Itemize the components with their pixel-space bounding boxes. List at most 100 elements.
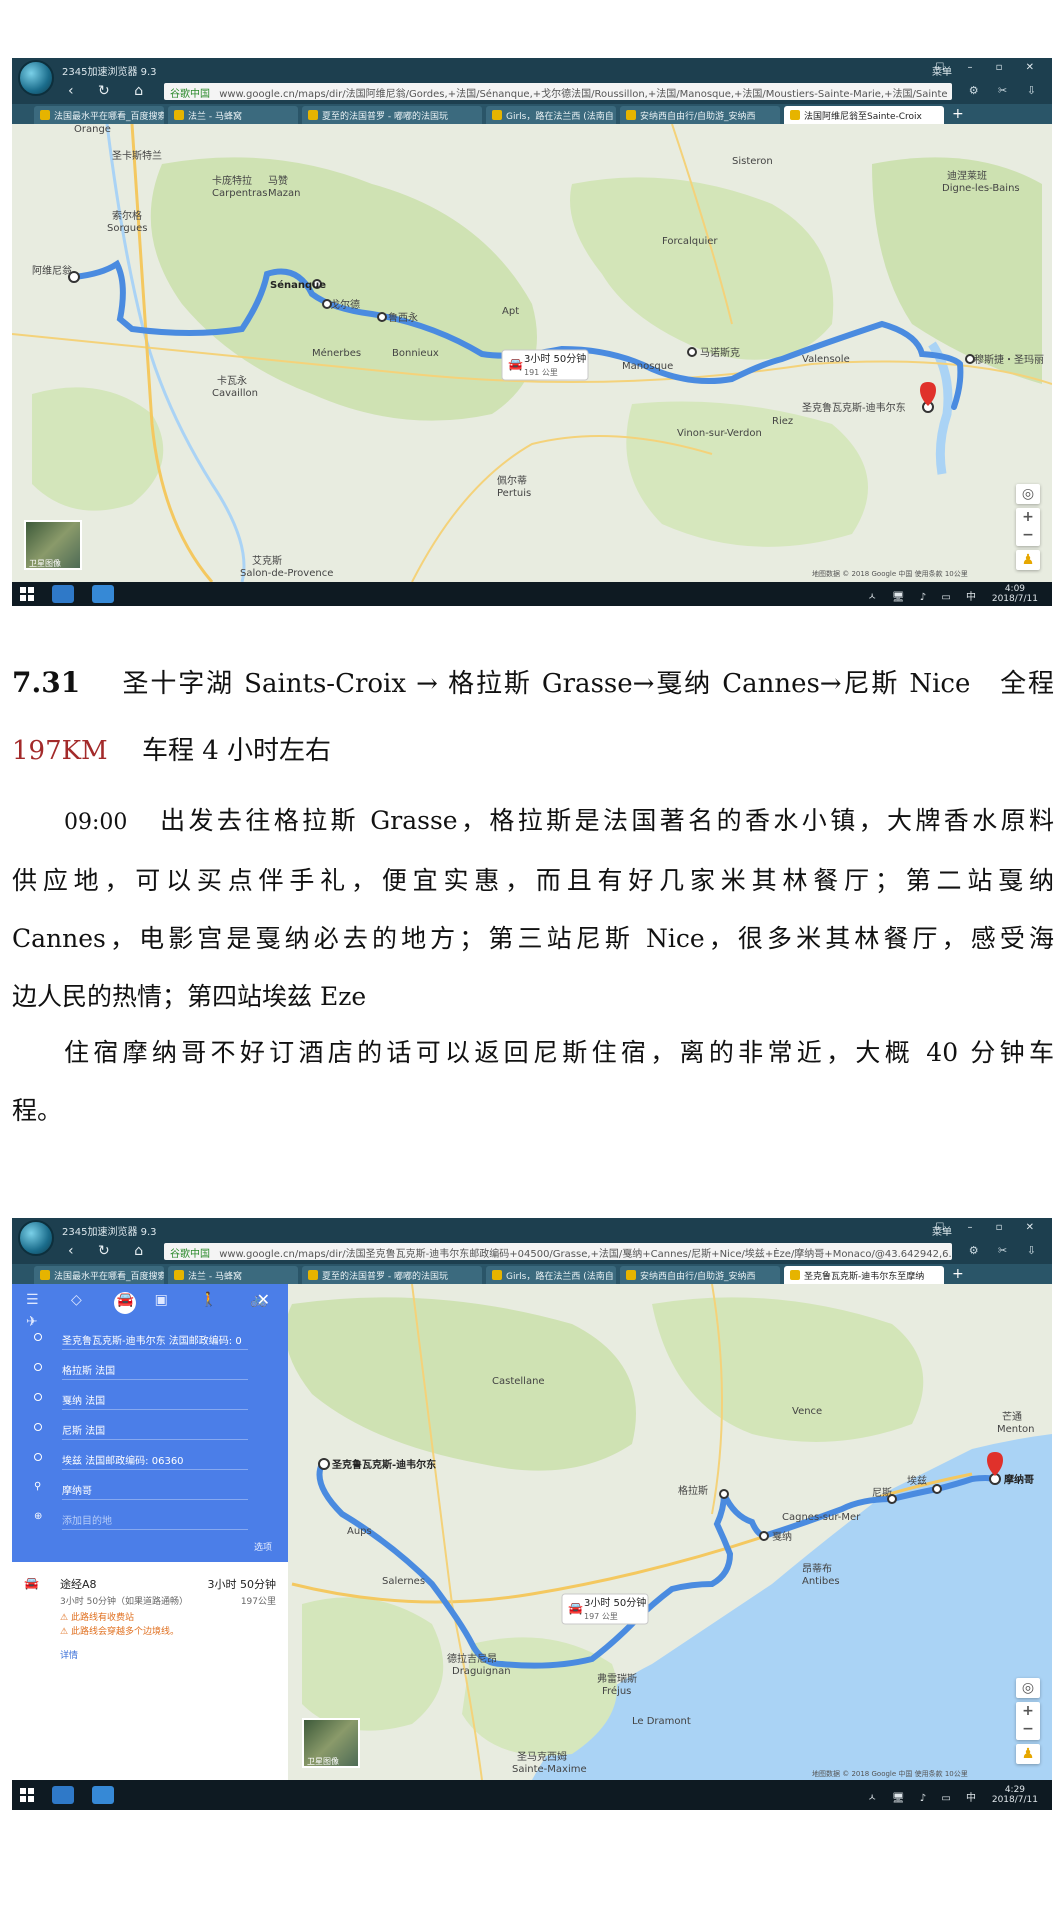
pegman-icon[interactable]: ♟: [1016, 550, 1040, 570]
taskbar-browser-icon[interactable]: [52, 1786, 74, 1804]
map-label: Mazan: [268, 188, 300, 199]
itinerary-date: 7.31: [12, 666, 81, 699]
zoom-controls[interactable]: + −: [1016, 1702, 1040, 1740]
route-info-box[interactable]: 🚘 3小时 50分钟 197 公里: [561, 1593, 649, 1625]
drive-time: 车程 4 小时左右: [115, 736, 332, 766]
map-label: 昂蒂布: [802, 1563, 832, 1575]
map-label: Riez: [772, 416, 793, 427]
tab-item-active[interactable]: 圣克鲁瓦克斯-迪韦尔东至摩纳: [784, 1266, 944, 1284]
map-label: Forcalquier: [662, 236, 718, 247]
taskbar-app-icon[interactable]: [92, 585, 114, 603]
waypoint-marker[interactable]: [759, 1531, 769, 1541]
map-label: 迪涅莱班: [947, 169, 987, 182]
route-stop[interactable]: 尼斯 法国: [24, 1416, 254, 1440]
tab-item[interactable]: Girls，路在法兰西 (法南自: [486, 106, 616, 124]
tab-item[interactable]: Girls，路在法兰西 (法南自: [486, 1266, 616, 1284]
map-footer: 地图数据 © 2018 Google 中国 使用条款 10公里: [812, 1769, 968, 1778]
secure-label: 谷歌中国: [170, 89, 210, 100]
taskbar-clock[interactable]: 4:09 2018/7/11: [992, 584, 1038, 604]
waypoint-marker[interactable]: [687, 347, 697, 357]
taskbar-clock[interactable]: 4:29 2018/7/11: [992, 1785, 1038, 1805]
zoom-controls[interactable]: + −: [1016, 508, 1040, 546]
route-stop[interactable]: 戛纳 法国: [24, 1386, 254, 1410]
waypoint-marker[interactable]: [932, 1484, 942, 1494]
tab-item-active[interactable]: 法国阿维尼翁至Sainte-Croix: [784, 106, 944, 124]
itinerary-heading: 7.31 圣十字湖 Saints-Croix → 格拉斯 Grasse→戛纳 C…: [12, 654, 1054, 713]
compass-icon[interactable]: ◎: [1016, 484, 1040, 504]
system-tray[interactable]: ㅅ 🖥 ♪ ▭ 中: [868, 588, 982, 603]
map-label: Digne-les-Bains: [942, 183, 1020, 194]
satellite-toggle[interactable]: 卫星图像: [302, 1718, 360, 1768]
itinerary-summary: 197KM 车程 4 小时左右: [12, 722, 1054, 780]
toolbar-icons[interactable]: ⚙ ✂ ⇩: [969, 1244, 1044, 1257]
url-text: www.google.cn/maps/dir/法国阿维尼翁/Gordes,+法国…: [219, 89, 948, 100]
stop-dot-icon: [34, 1363, 42, 1371]
stop-dot-icon: [34, 1453, 42, 1461]
address-bar[interactable]: 谷歌中国 www.google.cn/maps/dir/法国圣克鲁瓦克斯-迪韦尔…: [164, 1243, 952, 1260]
windows-start-icon[interactable]: [20, 587, 34, 601]
options-link[interactable]: 选项: [254, 1540, 272, 1553]
map-label: Apt: [502, 306, 519, 317]
itinerary-paragraph-2: 住宿摩纳哥不好订酒店的话可以返回尼斯住宿，离的非常近，大概 40 分钟车 程。: [12, 1038, 1054, 1125]
route-via: 途经A8: [60, 1578, 97, 1591]
route-stop[interactable]: 埃兹 法国邮政编码: 06360: [24, 1446, 254, 1470]
details-link[interactable]: 详情: [60, 1648, 78, 1661]
map-canvas[interactable]: Orange 圣卡斯特兰 卡庞特拉 Carpentras 马赞 Mazan 索尔…: [12, 124, 1052, 582]
window-controls[interactable]: ☐ – ▫ ✕: [935, 62, 1044, 73]
tab-item[interactable]: 安纳西自由行/自助游_安纳西: [620, 106, 780, 124]
tab-item[interactable]: 安纳西自由行/自助游_安纳西: [620, 1266, 780, 1284]
taskbar-app-icon[interactable]: [92, 1786, 114, 1804]
screenshot-route-map-1: 2345加速浏览器 9.3 菜单 ☐ – ▫ ✕ ‹ ↻ ⌂ ☆ 谷歌中国 ww…: [12, 58, 1052, 606]
browser-logo-icon: [18, 1220, 54, 1256]
map-label: 德拉吉尼昂: [447, 1652, 497, 1665]
route-summary[interactable]: 🚘 途经A8 3小时 50分钟 3小时 50分钟（如果道路通畅） 197公里 ⚠…: [12, 1562, 288, 1661]
route-distance: 191 公里: [524, 368, 558, 377]
new-tab-button[interactable]: +: [952, 106, 964, 122]
warning-border: ⚠ 此路线会穿越多个边境线。: [60, 1627, 179, 1637]
address-bar[interactable]: 谷歌中国 www.google.cn/maps/dir/法国阿维尼翁/Gorde…: [164, 83, 952, 100]
map-label: Carpentras: [212, 188, 267, 199]
tab-item[interactable]: 法国最水平在哪看_百度搜索: [34, 1266, 164, 1284]
route-stop[interactable]: ⚲ 摩纳哥: [24, 1476, 254, 1500]
close-icon[interactable]: ✕: [257, 1290, 270, 1309]
route-stop[interactable]: 圣克鲁瓦克斯-迪韦尔东 法国邮政编码: 0: [24, 1326, 254, 1350]
waypoint-marker[interactable]: [318, 1458, 330, 1470]
pegman-icon[interactable]: ♟: [1016, 1744, 1040, 1764]
car-mode-icon[interactable]: 🚘: [114, 1292, 137, 1314]
travel-mode-selector[interactable]: ☰ ◇ 🚘 ▣ 🚶 🚲 ✈: [26, 1292, 288, 1330]
window-controls[interactable]: ☐ – ▫ ✕: [935, 1222, 1044, 1233]
taskbar-browser-icon[interactable]: [52, 585, 74, 603]
map-label: 穆斯捷・圣玛丽: [974, 353, 1044, 366]
route-info-box[interactable]: 🚘 3小时 50分钟 191 公里: [501, 349, 589, 381]
waypoint-marker[interactable]: [965, 354, 975, 364]
tab-item[interactable]: 夏至的法国普罗 - 嘟嘟的法国玩: [302, 106, 482, 124]
new-tab-button[interactable]: +: [952, 1266, 964, 1282]
tab-item[interactable]: 法兰 - 马蜂窝: [168, 106, 298, 124]
map-label: Valensole: [802, 354, 850, 365]
route-stop[interactable]: 格拉斯 法国: [24, 1356, 254, 1380]
svg-text:🚘: 🚘: [508, 357, 523, 371]
map-label: 戈尔德: [330, 298, 360, 311]
directions-header: ☰ ◇ 🚘 ▣ 🚶 🚲 ✈ ✕ 圣克鲁瓦克斯-迪韦尔东 法国邮政编码: 0 格拉…: [12, 1284, 288, 1562]
map-label: Ménerbes: [312, 347, 361, 359]
map-label: Antibes: [802, 1576, 840, 1587]
map-label: 圣克鲁瓦克斯-迪韦尔东: [802, 401, 906, 414]
route-time: 3小时 50分钟: [524, 352, 586, 365]
tab-item[interactable]: 法兰 - 马蜂窝: [168, 1266, 298, 1284]
toolbar-icons[interactable]: ⚙ ✂ ⇩: [969, 84, 1044, 97]
satellite-toggle[interactable]: 卫星图像: [24, 520, 82, 570]
tab-favicon-icon: [790, 1270, 800, 1280]
tab-item[interactable]: 夏至的法国普罗 - 嘟嘟的法国玩: [302, 1266, 482, 1284]
tab-item[interactable]: 法国最水平在哪看_百度搜索: [34, 106, 164, 124]
stop-dot-icon: [34, 1333, 42, 1341]
waypoint-marker[interactable]: [719, 1489, 729, 1499]
windows-start-icon[interactable]: [20, 1788, 34, 1802]
compass-icon[interactable]: ◎: [1016, 1678, 1040, 1698]
map-label: Draguignan: [452, 1666, 511, 1677]
waypoint-marker[interactable]: [377, 312, 387, 322]
map-label: 艾克斯: [252, 554, 282, 567]
stop-dot-icon: [34, 1393, 42, 1401]
map-label: 马诺斯克: [700, 346, 740, 359]
add-destination[interactable]: ⊕ 添加目的地: [24, 1506, 254, 1530]
system-tray[interactable]: ㅅ 🖥 ♪ ▭ 中: [868, 1789, 982, 1804]
